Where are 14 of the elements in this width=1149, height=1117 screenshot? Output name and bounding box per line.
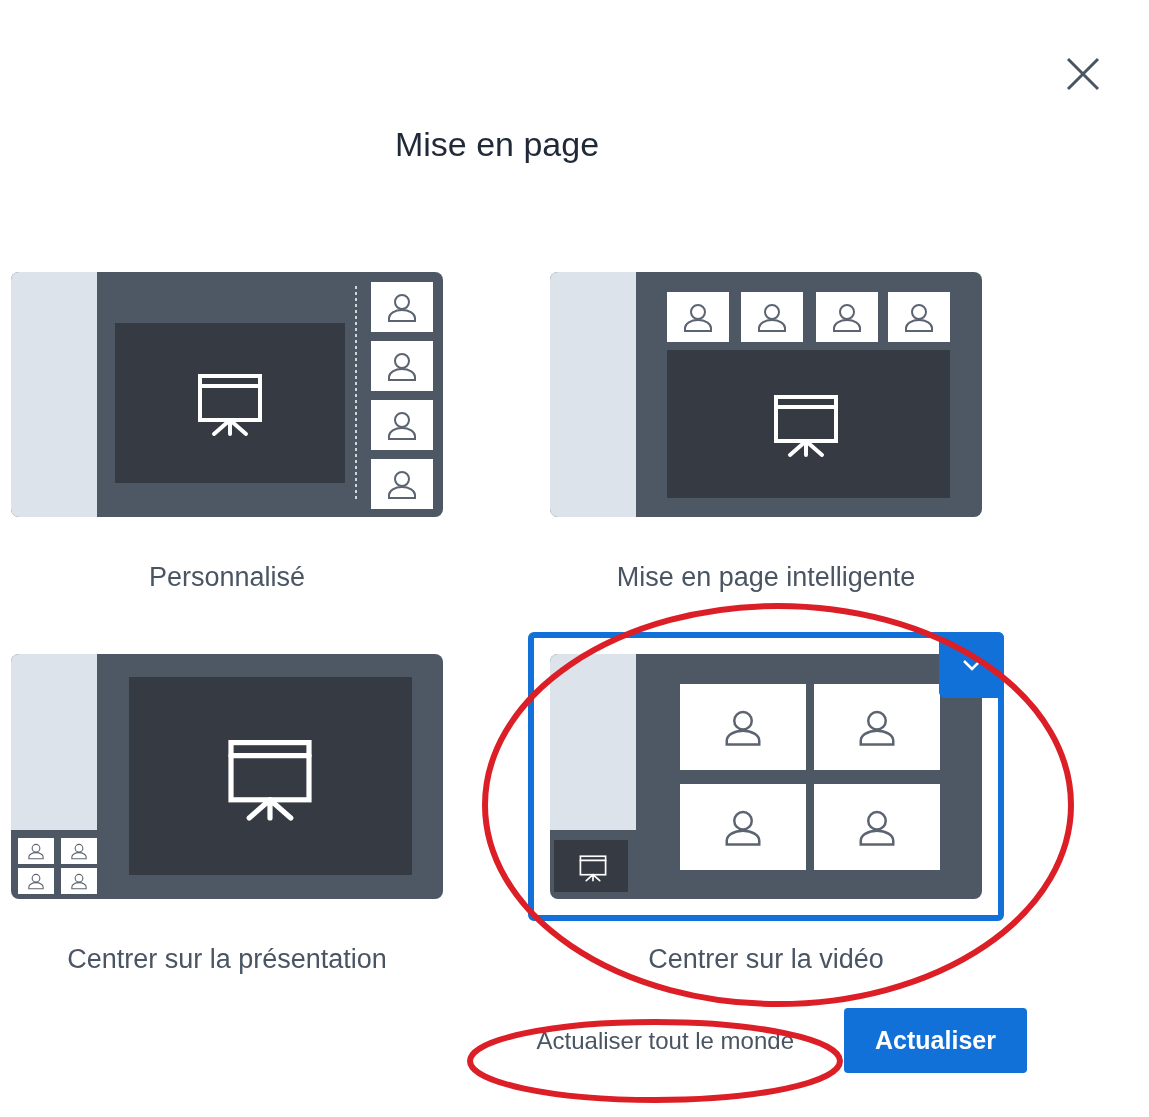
close-button[interactable] [1064, 55, 1102, 93]
layout-label: Centrer sur la vidéo [648, 943, 884, 975]
layout-option[interactable] [550, 272, 982, 517]
layout-option[interactable] [11, 654, 443, 899]
layout-label: Mise en page intelligente [616, 561, 916, 593]
dialog-title: Mise en page [394, 124, 600, 165]
update-everyone-button[interactable]: Actualiser tout le monde [536, 1008, 794, 1073]
update-button[interactable]: Actualiser [844, 1008, 1027, 1073]
close-icon [1066, 57, 1100, 91]
layout-label: Centrer sur la présentation [67, 943, 387, 975]
layout-option[interactable] [550, 654, 982, 899]
layout-label: Personnalisé [148, 561, 306, 593]
check-icon [962, 659, 981, 671]
layout-option[interactable] [11, 272, 443, 517]
